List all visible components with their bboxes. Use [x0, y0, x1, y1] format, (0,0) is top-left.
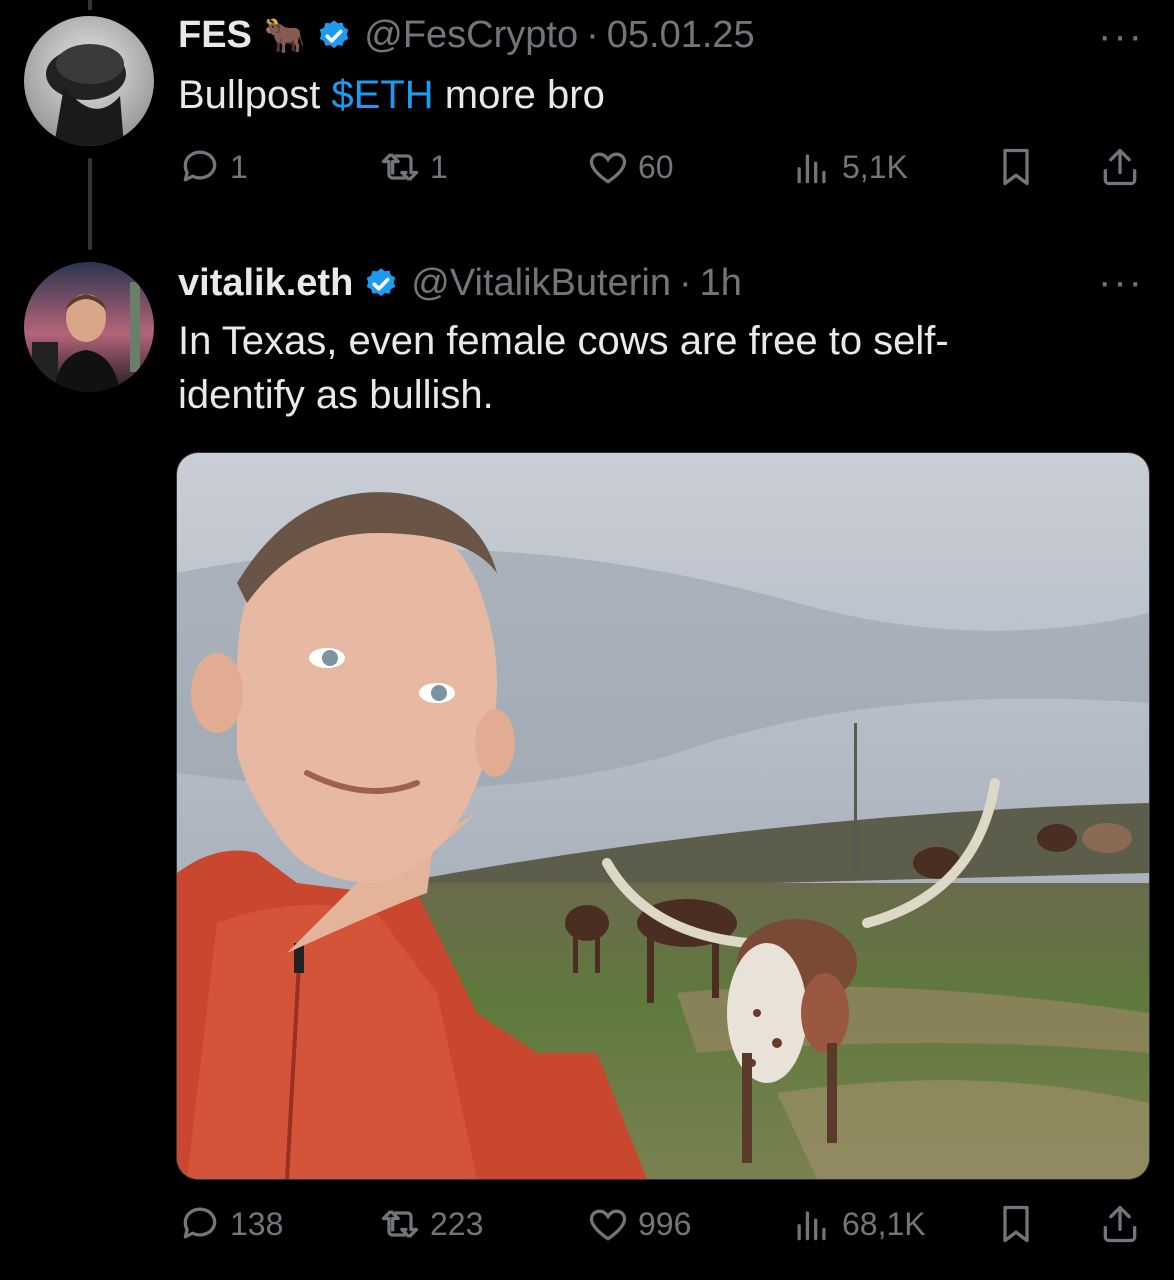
timestamp[interactable]: 1h: [700, 262, 742, 305]
separator-dot: ·: [586, 14, 599, 56]
verified-icon: [320, 19, 349, 48]
bookmark-icon: [1003, 148, 1029, 186]
repost-button[interactable]: 223: [378, 1202, 483, 1246]
reply-icon: [183, 1207, 217, 1239]
more-options-icon[interactable]: ···: [1098, 262, 1144, 302]
repost-count: 223: [430, 1205, 484, 1242]
text-segment: Bullpost: [178, 73, 332, 117]
views-icon: [797, 1211, 826, 1241]
repost-icon: [381, 1209, 419, 1239]
share-button[interactable]: [1098, 1202, 1150, 1246]
text-segment: more bro: [433, 73, 605, 117]
view-count: 68,1K: [842, 1205, 926, 1242]
repost-icon: [381, 152, 419, 182]
handle[interactable]: @VitalikButerin: [411, 262, 671, 305]
repost-count: 1: [430, 148, 448, 185]
views-button[interactable]: 5,1K: [790, 145, 908, 189]
like-button[interactable]: 60: [586, 145, 674, 189]
display-name[interactable]: FES: [178, 14, 252, 57]
like-count: 996: [638, 1205, 692, 1242]
media-photo[interactable]: [176, 452, 1150, 1180]
like-count: 60: [638, 148, 674, 185]
tweet-vitalik[interactable]: vitalik.eth @VitalikButerin · 1h ··· In …: [0, 250, 1174, 1280]
tweet-text: In Texas, even female cows are free to s…: [178, 319, 949, 417]
tweet-header: FES 🐂 @FesCrypto · 05.01.25: [178, 14, 755, 57]
views-button[interactable]: 68,1K: [790, 1202, 926, 1246]
tweet-text: Bullpost $ETH more bro: [178, 68, 605, 122]
tweet-fes[interactable]: FES 🐂 @FesCrypto · 05.01.25 ··· Bullpost…: [0, 0, 1174, 250]
share-icon: [1103, 148, 1137, 186]
timestamp[interactable]: 05.01.25: [607, 14, 755, 57]
view-count: 5,1K: [842, 148, 908, 185]
verified-icon: [367, 267, 396, 296]
heart-icon: [589, 1209, 627, 1241]
handle[interactable]: @FesCrypto: [364, 14, 578, 57]
display-name[interactable]: vitalik.eth: [178, 262, 353, 305]
separator-dot: ·: [678, 262, 692, 304]
bookmark-button[interactable]: [994, 1202, 1046, 1246]
ox-emoji: 🐂: [263, 16, 307, 55]
like-button[interactable]: 996: [586, 1202, 691, 1246]
thread-line: [88, 158, 92, 250]
reply-button[interactable]: 138: [178, 1202, 283, 1246]
share-icon: [1103, 1205, 1137, 1243]
action-bar: 1 1 60 5,1K: [178, 145, 1146, 195]
cashtag-link[interactable]: $ETH: [331, 73, 433, 117]
bookmark-icon: [1003, 1205, 1029, 1243]
more-options-icon[interactable]: ···: [1098, 16, 1144, 56]
share-button[interactable]: [1098, 145, 1150, 189]
repost-button[interactable]: 1: [378, 145, 448, 189]
tweet-header: vitalik.eth @VitalikButerin · 1h: [178, 262, 742, 305]
reply-icon: [183, 150, 217, 182]
heart-icon: [589, 152, 627, 184]
avatar-vitalik[interactable]: [24, 262, 154, 392]
reply-button[interactable]: 1: [178, 145, 248, 189]
bookmark-button[interactable]: [994, 145, 1046, 189]
avatar-fes[interactable]: [24, 16, 154, 146]
action-bar: 138 223 996 68,1K: [178, 1202, 1146, 1252]
views-icon: [797, 154, 826, 184]
reply-count: 138: [230, 1205, 284, 1242]
reply-count: 1: [230, 148, 248, 185]
